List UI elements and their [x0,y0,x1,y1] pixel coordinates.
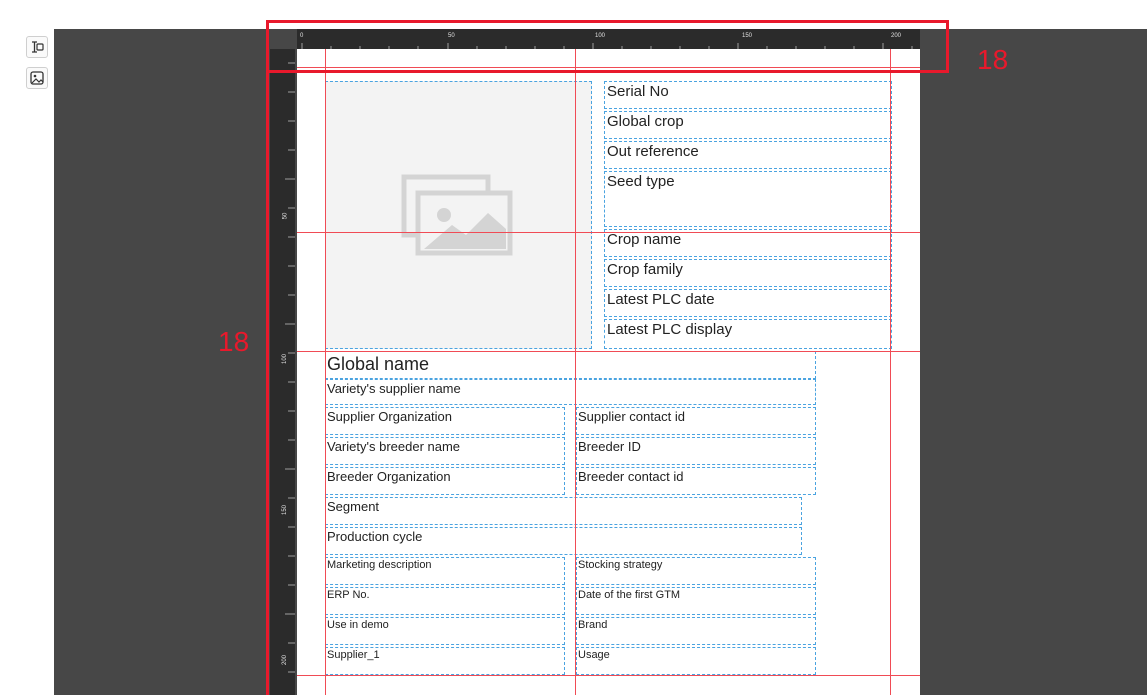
vertical-ruler-ticks [285,62,295,673]
text-field-icon [32,41,44,53]
image-icon [30,71,44,85]
latest-plc-date-field[interactable]: Latest PLC date [604,289,892,317]
ruler-label: 50 [282,212,289,220]
erp-no-field[interactable]: ERP No. [325,587,565,615]
image-placeholder-icon [401,174,512,256]
breeder-id-field[interactable]: Breeder ID [576,437,816,465]
highlight-box-top-ruler [266,20,949,73]
highlight-line-left-ruler [266,20,269,695]
supplier-contact-id-field[interactable]: Supplier contact id [576,407,816,435]
global-name-field[interactable]: Global name [325,351,816,379]
segment-field[interactable]: Segment [325,497,802,525]
vertical-guide-line[interactable] [890,49,891,695]
global-crop-field[interactable]: Global crop [604,111,892,139]
brand-field[interactable]: Brand [576,617,816,645]
image-placeholder[interactable] [325,81,592,349]
left-margin-annotation: 18 [218,326,250,357]
breeder-organization-field[interactable]: Breeder Organization [325,467,565,495]
stocking-strategy-field[interactable]: Stocking strategy [576,557,816,585]
latest-plc-display-field[interactable]: Latest PLC display [604,319,892,349]
text-field-tool-button[interactable] [26,36,48,58]
marketing-description-field[interactable]: Marketing description [325,557,565,585]
serial-no-field[interactable]: Serial No [604,81,892,109]
date-first-gtm-field[interactable]: Date of the first GTM [576,587,816,615]
supplier-organization-field[interactable]: Supplier Organization [325,407,565,435]
report-page[interactable]: Serial No Global crop Out reference Seed… [297,49,920,695]
image-tool-button[interactable] [26,67,48,89]
supplier-1-field[interactable]: Supplier_1 [325,647,565,675]
out-reference-field[interactable]: Out reference [604,141,892,169]
horizontal-guide-line[interactable] [297,675,920,676]
production-cycle-field[interactable]: Production cycle [325,527,802,555]
horizontal-guide-line[interactable] [297,232,920,233]
horizontal-guide-line[interactable] [297,351,920,352]
use-in-demo-field[interactable]: Use in demo [325,617,565,645]
crop-name-field[interactable]: Crop name [604,229,892,257]
top-margin-annotation: 18 [977,44,1009,75]
variety-breeder-name-field[interactable]: Variety's breeder name [325,437,565,465]
variety-supplier-name-field[interactable]: Variety's supplier name [325,379,816,405]
vertical-ruler[interactable]: 50 100 150 200 [270,49,295,695]
ruler-label: 100 [282,353,289,365]
vertical-guide-line[interactable] [575,49,576,695]
crop-family-field[interactable]: Crop family [604,259,892,287]
ruler-label: 150 [282,504,289,516]
design-canvas[interactable]: 0 50 100 150 200 50 100 150 200 Serial N… [54,29,1147,695]
vertical-guide-line[interactable] [325,49,326,695]
breeder-contact-id-field[interactable]: Breeder contact id [576,467,816,495]
report-designer: 0 50 100 150 200 50 100 150 200 Serial N… [0,0,1147,695]
seed-type-field[interactable]: Seed type [604,171,892,227]
ruler-label: 200 [282,654,289,666]
usage-field[interactable]: Usage [576,647,816,675]
